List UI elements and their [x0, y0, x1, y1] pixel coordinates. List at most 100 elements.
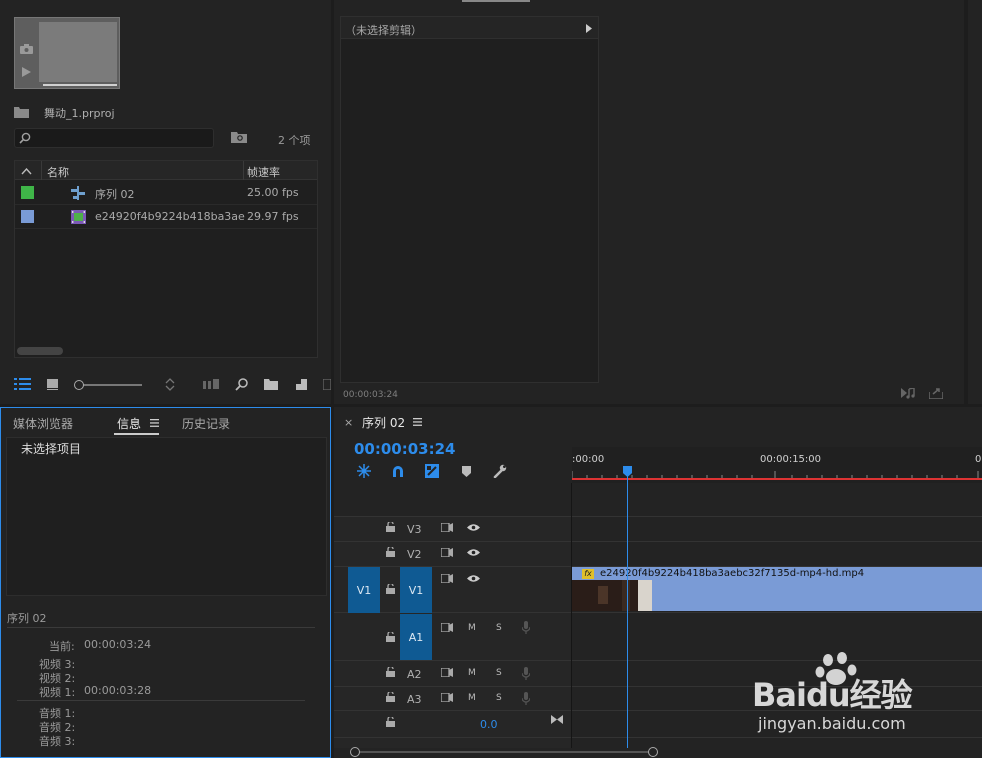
linked-selection-icon[interactable] — [424, 463, 440, 479]
find-icon[interactable] — [233, 376, 249, 392]
solo-a1-button[interactable]: S — [496, 623, 502, 633]
add-marker-icon[interactable] — [459, 464, 473, 478]
lock-icon[interactable] — [384, 666, 396, 678]
sync-lock-icon[interactable] — [440, 666, 454, 678]
ruler-label-15s: 00:00:15:00 — [760, 454, 822, 465]
icon-view-icon[interactable] — [44, 376, 60, 392]
sequence-title: 序列 02 — [7, 612, 47, 625]
master-volume-value[interactable]: 0.0 — [480, 718, 498, 731]
microphone-icon[interactable] — [520, 691, 532, 705]
playhead-line[interactable] — [627, 473, 628, 748]
eye-icon[interactable] — [465, 572, 481, 584]
camera-icon[interactable] — [18, 42, 34, 56]
fx-badge[interactable]: fx — [582, 569, 594, 579]
eye-icon[interactable] — [465, 521, 481, 533]
lock-icon[interactable] — [384, 716, 396, 728]
list-item[interactable]: 序列 02 25.00 fps — [15, 181, 317, 205]
info-panel: 媒体浏览器 信息 历史记录 未选择项目 序列 02 当前: 00:00:03:2… — [0, 407, 331, 758]
sequence-tab[interactable]: 序列 02 — [362, 414, 405, 431]
search-icon — [18, 131, 32, 145]
solo-a3-button[interactable]: S — [496, 693, 502, 703]
track-v3-label[interactable]: V3 — [407, 523, 422, 536]
play-audio-icon[interactable] — [900, 386, 916, 400]
sync-lock-icon[interactable] — [440, 546, 454, 558]
nest-toggle-icon[interactable] — [356, 463, 372, 479]
tab-info[interactable]: 信息 — [117, 415, 141, 432]
folder-icon — [13, 105, 29, 119]
mute-a3-button[interactable]: M — [468, 693, 476, 703]
sync-lock-icon[interactable] — [440, 521, 454, 533]
sort-chevron-up-icon[interactable] — [19, 165, 33, 177]
list-item[interactable]: e24920f4b9224b418ba3ae 29.97 fps — [15, 205, 317, 229]
sync-lock-icon[interactable] — [440, 621, 454, 633]
export-frame-icon[interactable] — [928, 386, 944, 400]
panel-menu-icon[interactable] — [149, 418, 159, 428]
tab-history[interactable]: 历史记录 — [182, 415, 230, 432]
source-patch-v1[interactable]: V1 — [348, 567, 380, 613]
eye-icon[interactable] — [465, 546, 481, 558]
track-v2-label[interactable]: V2 — [407, 548, 422, 561]
track-a1-target[interactable]: A1 — [400, 614, 432, 660]
snap-magnet-icon[interactable] — [390, 463, 406, 479]
mute-a1-button[interactable]: M — [468, 623, 476, 633]
mute-a2-button[interactable]: M — [468, 668, 476, 678]
column-name[interactable]: 名称 — [47, 164, 69, 180]
microphone-icon[interactable] — [520, 666, 532, 680]
list-view-icon[interactable] — [13, 376, 31, 392]
current-label: 当前: — [49, 640, 75, 653]
lock-icon[interactable] — [384, 631, 396, 643]
go-to-in-out-icon[interactable] — [550, 713, 564, 725]
lock-icon[interactable] — [384, 583, 396, 595]
panel-tab-indicator — [462, 0, 530, 2]
sort-icon[interactable] — [162, 376, 178, 392]
track-a2-label[interactable]: A2 — [407, 668, 422, 681]
project-name: 舞动_1.prproj — [44, 107, 115, 120]
timeline-menu-icon[interactable] — [412, 417, 422, 427]
zoom-handle-left[interactable] — [350, 747, 360, 757]
video-clip[interactable]: fx e24920f4b9224b418ba3aebc32f7135d-mp4-… — [572, 567, 982, 611]
search-input[interactable] — [14, 128, 214, 148]
sync-lock-icon[interactable] — [440, 572, 454, 584]
horizontal-scrollbar[interactable] — [17, 347, 63, 355]
item-fps: 29.97 fps — [247, 210, 299, 223]
wrench-icon[interactable] — [492, 463, 508, 479]
video-1-label: 视频 1: — [39, 686, 76, 699]
source-panel: （未选择剪辑） 00:00:03:24 — [334, 0, 964, 404]
new-item-icon[interactable] — [293, 376, 309, 392]
project-thumbnail[interactable] — [14, 17, 120, 89]
item-name: 序列 02 — [95, 188, 135, 201]
time-ruler[interactable]: :00:00 00:00:15:00 0 — [572, 447, 982, 483]
find-in-bin-icon[interactable] — [230, 130, 248, 144]
lock-icon[interactable] — [384, 691, 396, 703]
ruler-label-end: 0 — [975, 454, 982, 465]
watermark-brand: Baidu经验 — [752, 676, 913, 714]
active-tab-underline — [114, 433, 159, 435]
list-header: 名称 帧速率 — [15, 161, 317, 180]
lock-icon[interactable] — [384, 521, 396, 533]
zoom-handle-right[interactable] — [648, 747, 658, 757]
work-area-bar[interactable] — [572, 478, 982, 480]
lock-icon[interactable] — [384, 546, 396, 558]
zoom-slider-handle[interactable] — [74, 380, 84, 390]
tab-media-browser[interactable]: 媒体浏览器 — [13, 415, 73, 432]
info-selection-box: 未选择项目 — [6, 437, 327, 596]
zoom-slider[interactable] — [74, 379, 144, 391]
automate-to-sequence-icon[interactable] — [202, 376, 220, 392]
playhead-timecode[interactable]: 00:00:03:24 — [354, 440, 456, 458]
solo-a2-button[interactable]: S — [496, 668, 502, 678]
clear-icon[interactable] — [322, 376, 332, 392]
timeline-zoom-scrollbar[interactable] — [350, 747, 658, 757]
new-bin-icon[interactable] — [263, 376, 279, 392]
close-tab-icon[interactable]: × — [344, 416, 353, 429]
microphone-icon[interactable] — [520, 620, 532, 634]
expand-arrow-icon[interactable] — [583, 22, 595, 34]
sync-lock-icon[interactable] — [440, 691, 454, 703]
no-item-selected: 未选择项目 — [21, 442, 82, 456]
track-a3-label[interactable]: A3 — [407, 693, 422, 706]
sequence-icon — [70, 185, 86, 201]
track-v1-target[interactable]: V1 — [400, 567, 432, 613]
play-icon[interactable] — [19, 65, 33, 79]
column-fps[interactable]: 帧速率 — [247, 164, 280, 180]
label-color-swatch[interactable] — [21, 186, 34, 199]
label-color-swatch[interactable] — [21, 210, 34, 223]
